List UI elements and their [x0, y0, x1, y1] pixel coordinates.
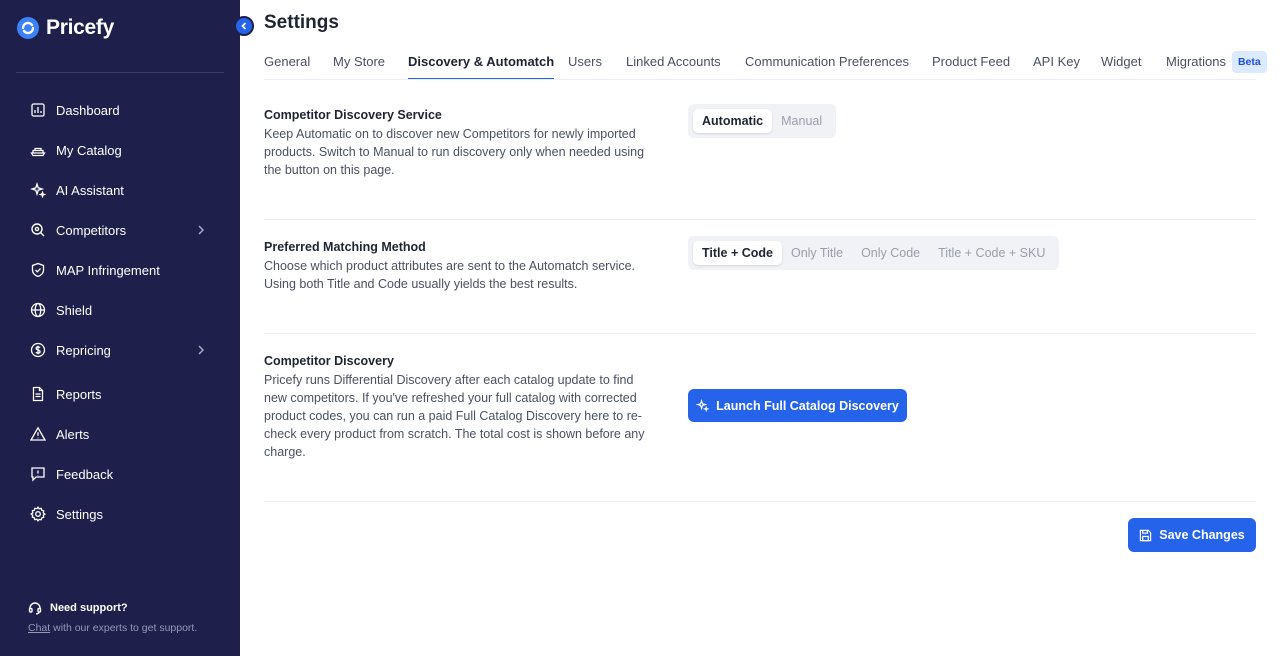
matching-method-toggle: Title + Code Only Title Only Code Title … — [688, 236, 1060, 270]
tab-api-key[interactable]: API Key — [1033, 44, 1080, 79]
sidebar-item-settings[interactable]: Settings — [16, 494, 224, 534]
chart-icon — [31, 103, 45, 117]
pricefy-logo-icon — [17, 17, 39, 39]
chevron-left-icon — [241, 22, 247, 30]
sidebar-item-label: MAP Infringement — [56, 262, 160, 278]
sidebar-item-label: Repricing — [56, 342, 111, 358]
page-title: Settings — [264, 12, 339, 33]
support-subtitle-text: with our experts to get support. — [50, 622, 198, 634]
search-icon — [31, 223, 45, 237]
tab-communication-preferences[interactable]: Communication Preferences — [745, 44, 909, 79]
sidebar-item-label: Dashboard — [56, 102, 120, 118]
section-divider — [264, 219, 1256, 220]
sidebar-divider — [16, 72, 224, 73]
option-manual[interactable]: Manual — [772, 109, 831, 133]
sidebar-item-dashboard[interactable]: Dashboard — [16, 90, 224, 130]
dollar-circle-icon — [30, 342, 46, 358]
sidebar-item-label: Shield — [56, 302, 93, 318]
document-icon — [32, 386, 44, 402]
tab-label: Product Feed — [932, 54, 1011, 69]
tab-label: Linked Accounts — [626, 54, 721, 69]
brand[interactable]: Pricefy — [16, 14, 114, 42]
tabs-divider — [264, 79, 1256, 80]
tab-label: Users — [568, 54, 602, 69]
tab-label: Migrations — [1166, 54, 1226, 69]
sidebar-item-label: AI Assistant — [56, 182, 124, 198]
save-changes-button[interactable]: Save Changes — [1128, 518, 1256, 552]
tab-linked-accounts[interactable]: Linked Accounts — [626, 44, 721, 79]
section-divider — [264, 501, 1256, 502]
support-box: Need support? Chat with our experts to g… — [16, 592, 224, 644]
beta-badge: Beta — [1231, 50, 1267, 73]
button-label: Launch Full Catalog Discovery — [716, 398, 899, 413]
shield-check-icon — [31, 262, 45, 278]
brand-name: Pricefy — [46, 16, 114, 39]
globe-icon — [30, 302, 46, 318]
sidebar-item-reports[interactable]: Reports — [16, 374, 224, 414]
tab-label: Discovery & Automatch — [408, 54, 555, 69]
launch-full-catalog-discovery-button[interactable]: Launch Full Catalog Discovery — [688, 389, 907, 422]
tab-label: API Key — [1033, 54, 1080, 69]
support-title-text: Need support? — [50, 602, 128, 614]
discovery-service-description: Keep Automatic on to discover new Compet… — [264, 127, 645, 177]
competitor-discovery-title: Competitor Discovery — [264, 354, 394, 368]
tab-product-feed[interactable]: Product Feed — [932, 44, 1010, 79]
sidebar-item-label: Alerts — [56, 426, 90, 442]
sidebar-item-ai-assistant[interactable]: AI Assistant — [16, 170, 224, 210]
chevron-right-icon — [198, 345, 205, 355]
tab-label: My Store — [333, 54, 386, 69]
sidebar: Pricefy Dashboard My Catalog AI Assistan… — [0, 0, 240, 656]
settings-tabs: General My Store Discovery & Automatch U… — [264, 44, 1268, 80]
tab-my-store[interactable]: My Store — [333, 44, 385, 79]
chat-link[interactable]: Chat — [28, 622, 50, 634]
section-divider — [264, 333, 1256, 334]
matching-method-title: Preferred Matching Method — [264, 240, 426, 254]
competitor-discovery-description: Pricefy runs Differential Discovery afte… — [264, 373, 645, 459]
sidebar-item-label: Feedback — [56, 466, 114, 482]
support-title: Need support? — [28, 601, 128, 615]
discovery-service-title: Competitor Discovery Service — [264, 108, 442, 122]
option-title-code[interactable]: Title + Code — [693, 241, 782, 265]
feedback-icon — [31, 467, 45, 482]
matching-method-description: Choose which product attributes are sent… — [264, 259, 636, 291]
catalog-icon — [30, 147, 46, 157]
tab-label: General — [264, 54, 311, 69]
chevron-right-icon — [198, 225, 205, 235]
collapse-sidebar-button[interactable] — [234, 16, 254, 36]
headset-icon — [28, 602, 42, 615]
option-title-code-sku[interactable]: Title + Code + SKU — [929, 241, 1054, 265]
option-only-code[interactable]: Only Code — [852, 241, 929, 265]
sidebar-item-label: Settings — [56, 506, 103, 522]
sidebar-item-competitors[interactable]: Competitors — [16, 210, 224, 250]
sidebar-item-label: Competitors — [56, 222, 127, 238]
tab-migrations[interactable]: Migrations Beta — [1166, 44, 1267, 79]
warning-icon — [30, 426, 46, 441]
sidebar-item-label: Reports — [56, 386, 102, 402]
sidebar-item-my-catalog[interactable]: My Catalog — [16, 130, 224, 170]
tab-widget[interactable]: Widget — [1101, 44, 1141, 79]
discovery-mode-toggle: Automatic Manual — [688, 104, 837, 138]
button-label: Save Changes — [1159, 528, 1245, 542]
sidebar-item-feedback[interactable]: Feedback — [16, 454, 224, 494]
sidebar-item-repricing[interactable]: Repricing — [16, 330, 224, 370]
support-subtitle: Chat with our experts to get support. — [28, 622, 197, 634]
tab-users[interactable]: Users — [568, 44, 602, 79]
sidebar-item-alerts[interactable]: Alerts — [16, 414, 224, 454]
tab-discovery-automatch[interactable]: Discovery & Automatch — [408, 44, 555, 80]
sparkles-icon — [30, 182, 46, 198]
tab-label: Communication Preferences — [745, 54, 910, 69]
floppy-disk-icon — [1140, 529, 1152, 541]
tab-general[interactable]: General — [264, 44, 310, 79]
tab-label: Widget — [1101, 54, 1142, 69]
sidebar-item-map-infringement[interactable]: MAP Infringement — [16, 250, 224, 290]
option-automatic[interactable]: Automatic — [693, 109, 773, 133]
sidebar-item-shield[interactable]: Shield — [16, 290, 224, 330]
option-only-title[interactable]: Only Title — [782, 241, 852, 265]
sparkles-icon — [696, 399, 710, 412]
sidebar-item-label: My Catalog — [56, 142, 122, 158]
gear-icon — [30, 506, 46, 522]
